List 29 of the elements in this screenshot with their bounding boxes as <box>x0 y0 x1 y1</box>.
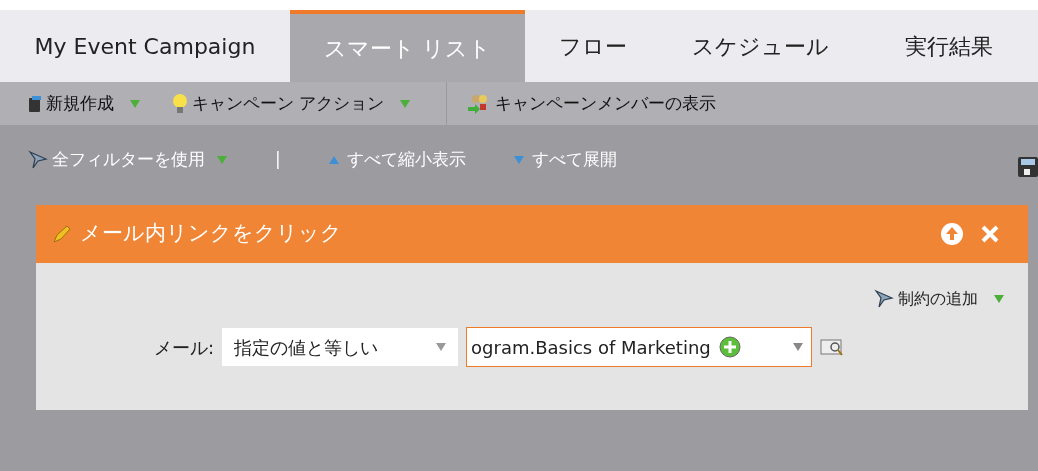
tab[interactable]: フロー <box>525 10 660 82</box>
filter-title: メール内リンクをクリック <box>80 220 342 248</box>
save-icon[interactable] <box>1018 157 1038 177</box>
caret-icon <box>436 343 447 351</box>
tab[interactable]: 実行結果 <box>860 10 1038 82</box>
triangle-down-icon <box>513 156 524 164</box>
close-icon[interactable] <box>980 224 1000 244</box>
tab[interactable]: My Event Campaign <box>0 10 290 82</box>
book-icon <box>28 94 42 113</box>
toolbar-button[interactable]: キャンペーンメンバーの表示 <box>495 90 717 117</box>
plus-icon[interactable] <box>718 336 741 358</box>
caret-icon <box>130 99 140 108</box>
caret-icon <box>994 295 1004 303</box>
lightbulb-icon <box>172 92 188 115</box>
tab[interactable]: スケジュール <box>660 10 860 82</box>
arrow-up-icon[interactable] <box>940 222 964 246</box>
caret-icon <box>217 156 227 164</box>
magnifier-icon[interactable] <box>820 337 845 357</box>
pencil-icon <box>52 224 72 244</box>
toolbar-button[interactable]: キャンペーン アクション <box>192 90 385 117</box>
operator-dropdown[interactable]: 指定の値と等しい <box>222 328 459 366</box>
add-constraint-button[interactable]: 制約の追加 <box>898 287 978 311</box>
triangle-up-icon <box>328 156 339 164</box>
value-dropdown[interactable]: ogram.Basics of Marketing <box>466 327 813 367</box>
field-label: メール: <box>154 335 215 360</box>
toolbar-button[interactable]: 新規作成 <box>46 90 114 117</box>
caret-icon <box>793 343 804 351</box>
caret-icon <box>400 99 411 108</box>
separator: | <box>275 148 281 172</box>
